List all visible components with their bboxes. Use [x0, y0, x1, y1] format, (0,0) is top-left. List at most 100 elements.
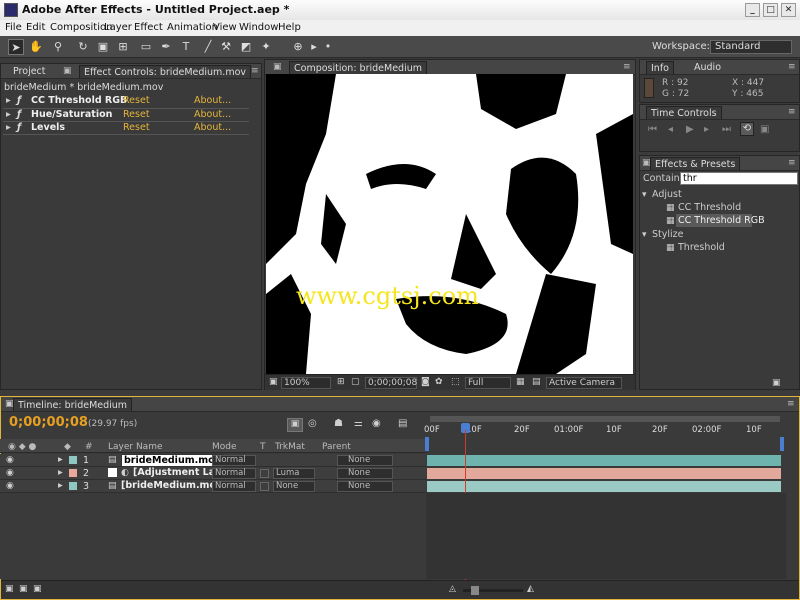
tab-composition[interactable]: Composition: brideMedium: [289, 61, 427, 74]
about-link[interactable]: About...: [194, 95, 231, 106]
menu-layer[interactable]: Layer: [104, 22, 132, 33]
menu-effect[interactable]: Effect: [134, 22, 163, 33]
zoom-slider-thumb[interactable]: [471, 586, 479, 595]
parent-select[interactable]: None: [337, 468, 393, 479]
draft-3d-icon[interactable]: ◎: [308, 418, 317, 429]
selection-tool-icon[interactable]: ➤: [8, 39, 24, 55]
resolution-select[interactable]: Full: [465, 377, 511, 389]
tab-info[interactable]: Info: [646, 61, 674, 74]
zoom-select[interactable]: 100%: [281, 377, 331, 389]
tab-time-controls[interactable]: Time Controls: [646, 106, 722, 119]
snapshot-icon[interactable]: ▣: [269, 377, 278, 387]
label-color-swatch[interactable]: [69, 469, 77, 477]
rotation-tool-icon[interactable]: ↻: [75, 39, 91, 55]
modes-icon[interactable]: ▣: [19, 584, 28, 594]
new-preset-icon[interactable]: ▣: [772, 378, 781, 388]
hand-tool-icon[interactable]: ✋: [28, 39, 44, 55]
expand-triangle-icon[interactable]: ▾: [642, 230, 647, 240]
reset-link[interactable]: Reset: [123, 95, 150, 106]
eraser-tool-icon[interactable]: ◩: [238, 39, 254, 55]
menu-view[interactable]: View: [213, 22, 237, 33]
trkmat-select[interactable]: Luma: [273, 468, 315, 479]
menu-window[interactable]: Window: [239, 22, 278, 33]
tab-effect-controls[interactable]: Effect Controls: brideMedium.mov: [79, 65, 252, 78]
panel-menu-icon[interactable]: ≡: [788, 62, 796, 72]
item-cc-threshold-rgb[interactable]: CC Threshold RGB: [678, 215, 765, 226]
label-color-swatch[interactable]: [69, 456, 77, 464]
menu-edit[interactable]: Edit: [26, 22, 45, 33]
preserve-transparency-checkbox[interactable]: [260, 469, 269, 478]
adjustment-layer-icon[interactable]: ◐: [121, 468, 129, 478]
timeline-timecode[interactable]: 0;00;00;08: [9, 415, 88, 430]
effects-search-input[interactable]: thr: [680, 172, 798, 185]
expand-triangle-icon[interactable]: ▸: [58, 454, 63, 465]
color-channel-icon[interactable]: ✿: [435, 377, 443, 387]
expand-triangle-icon[interactable]: ▸: [6, 122, 11, 133]
effect-row[interactable]: ▸ ƒ CC Threshold RGB Reset About...: [3, 95, 249, 108]
close-button[interactable]: ✕: [781, 3, 796, 17]
first-frame-icon[interactable]: ⏮: [648, 124, 657, 135]
preserve-transparency-checkbox[interactable]: [260, 482, 269, 491]
minimize-button[interactable]: _: [745, 3, 760, 17]
tab-audio[interactable]: Audio: [690, 61, 725, 74]
column-layer-name[interactable]: Layer Name: [108, 442, 163, 452]
text-tool-icon[interactable]: T: [178, 39, 194, 55]
effect-row[interactable]: ▸ ƒ Levels Reset About...: [3, 121, 249, 135]
shy-icon[interactable]: ☗: [334, 418, 343, 429]
composition-viewer[interactable]: [266, 74, 633, 374]
zoom-in-icon[interactable]: ◭: [527, 584, 534, 594]
in-out-icon[interactable]: ▣: [33, 584, 42, 594]
grid-icon[interactable]: ⊞: [337, 377, 345, 387]
tab-timeline[interactable]: Timeline: brideMedium: [13, 398, 133, 411]
group-adjust[interactable]: Adjust: [652, 189, 682, 200]
group-stylize[interactable]: Stylize: [652, 229, 684, 240]
layer-row[interactable]: ◉ ▸ 1 ▤ brideMe​dium.mov Normal None: [0, 454, 426, 467]
work-area-start[interactable]: [425, 437, 429, 451]
view-options-icon[interactable]: ▤: [532, 377, 541, 387]
mode-select[interactable]: Normal: [212, 468, 256, 479]
fx-icon[interactable]: ƒ: [17, 109, 21, 120]
comp-timecode[interactable]: 0;00;00;08: [365, 377, 417, 389]
menu-help[interactable]: Help: [278, 22, 301, 33]
layer-duration-bar[interactable]: [427, 481, 781, 492]
switches-icon[interactable]: ▣: [5, 584, 14, 594]
layer-name-input[interactable]: brideMe​dium.mov: [121, 454, 224, 467]
comp-button-icon[interactable]: ▣: [287, 418, 303, 432]
prev-frame-icon[interactable]: ◂: [668, 124, 673, 135]
panel-menu-icon[interactable]: ≡: [788, 107, 796, 117]
layer-duration-bar[interactable]: [427, 455, 781, 466]
camera-tool-icon[interactable]: ▣: [95, 39, 111, 55]
fx-icon[interactable]: ƒ: [17, 95, 21, 106]
label-color-swatch[interactable]: [69, 482, 77, 490]
layer-row[interactable]: ◉ ▸ 2 ◐ [Adjustment La Normal Luma None: [0, 467, 426, 480]
item-threshold[interactable]: Threshold: [678, 242, 725, 253]
eye-icon[interactable]: ◉: [6, 468, 14, 478]
eye-icon[interactable]: ◉: [6, 481, 14, 491]
expand-triangle-icon[interactable]: ▸: [6, 109, 11, 120]
mask-icon[interactable]: ▢: [351, 377, 360, 387]
frame-blend-icon[interactable]: ⚌: [354, 418, 363, 429]
next-frame-icon[interactable]: ▸: [704, 124, 709, 135]
pen-tool-icon[interactable]: ✒: [158, 39, 174, 55]
panel-menu-icon[interactable]: ≡: [623, 62, 631, 72]
region-of-interest-icon[interactable]: ⬚: [451, 377, 460, 387]
eye-icon[interactable]: ◉: [6, 455, 14, 465]
panel-menu-icon[interactable]: ≡: [787, 399, 795, 409]
work-area-bar[interactable]: [430, 416, 780, 422]
layer-name[interactable]: [brideMedium.mov: [121, 480, 222, 491]
panel-menu-icon[interactable]: ≡: [251, 66, 259, 76]
trkmat-select[interactable]: None: [273, 481, 315, 492]
ram-preview-icon[interactable]: ▣: [760, 124, 769, 135]
item-cc-threshold[interactable]: CC Threshold: [678, 202, 741, 213]
workspace-select[interactable]: Standard: [710, 40, 792, 54]
play-icon[interactable]: ▶: [686, 124, 694, 135]
layer-name[interactable]: [Adjustment La: [133, 467, 215, 478]
tab-effects-presets[interactable]: Effects & Presets: [650, 157, 741, 170]
layer-row[interactable]: ◉ ▸ 3 ▤ [brideMedium.mov Normal None Non…: [0, 480, 426, 493]
loop-icon[interactable]: ⟲: [740, 122, 754, 136]
menu-animation[interactable]: Animation: [167, 22, 218, 33]
brush-tool-icon[interactable]: ╱: [200, 39, 216, 55]
mode-select[interactable]: Normal: [212, 481, 256, 492]
puppet-pin-tool-icon[interactable]: ✦: [258, 39, 274, 55]
panel-menu-icon[interactable]: ≡: [788, 158, 796, 168]
